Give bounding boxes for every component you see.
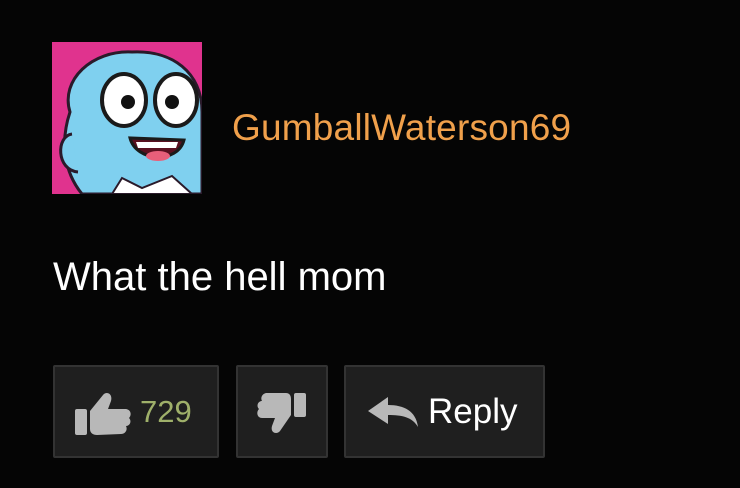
user-avatar[interactable] [52,42,202,194]
gumball-avatar-icon [52,42,202,194]
reply-label: Reply [428,392,518,431]
dislike-button[interactable] [236,365,328,458]
like-button[interactable]: 729 [53,365,219,458]
thumbs-up-icon [75,393,131,435]
comment-text: What the hell mom [53,255,387,299]
thumbs-down-icon [257,393,306,434]
comment: GumballWaterson69 What the hell mom 729 … [0,0,740,488]
reply-arrow-icon [368,397,418,427]
username-link[interactable]: GumballWaterson69 [232,106,571,150]
like-count: 729 [140,394,192,429]
reply-button[interactable]: Reply [344,365,545,458]
